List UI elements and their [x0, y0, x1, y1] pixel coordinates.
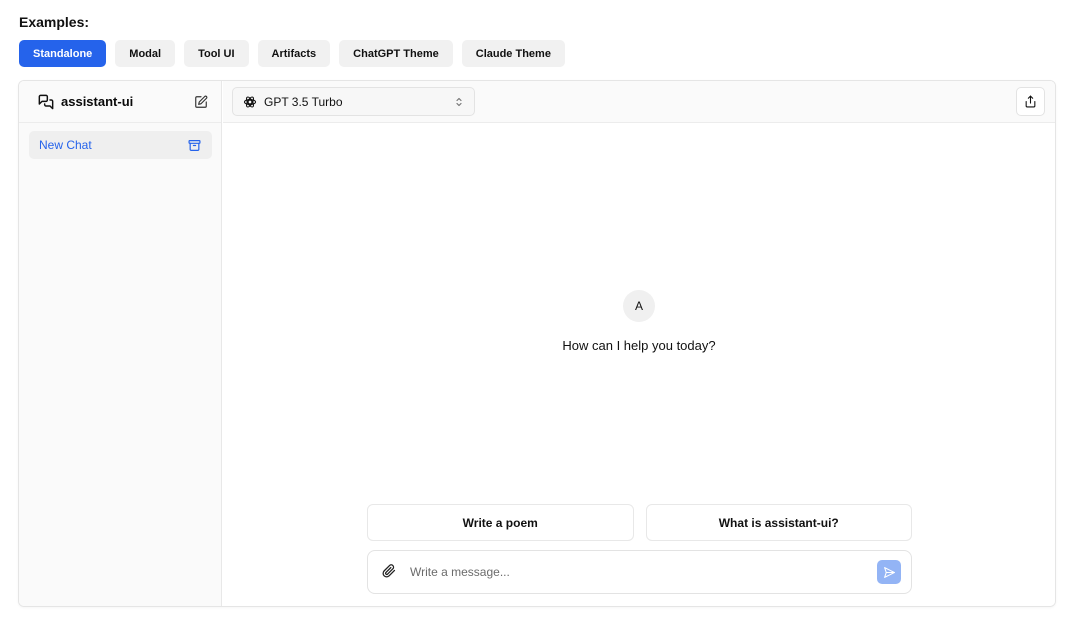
chevron-up-down-icon	[454, 96, 464, 108]
new-thread-button[interactable]	[191, 92, 211, 112]
openai-icon	[243, 95, 257, 109]
model-label: GPT 3.5 Turbo	[264, 94, 343, 109]
messages-icon	[38, 94, 54, 110]
suggestions: Write a poem What is assistant-ui?	[367, 504, 912, 541]
tab-artifacts[interactable]: Artifacts	[257, 40, 331, 67]
composer	[367, 550, 912, 594]
tab-tool-ui[interactable]: Tool UI	[184, 40, 249, 67]
model-select[interactable]: GPT 3.5 Turbo	[232, 87, 475, 116]
suggestion-write-poem[interactable]: Write a poem	[367, 504, 634, 541]
main-header: GPT 3.5 Turbo	[223, 81, 1055, 123]
brand-name: assistant-ui	[61, 94, 134, 109]
paperclip-icon	[382, 564, 396, 578]
assistant-avatar: A	[623, 290, 655, 322]
thread-item-new-chat[interactable]: New Chat	[29, 131, 212, 159]
tab-standalone[interactable]: Standalone	[19, 40, 107, 67]
archive-icon	[187, 139, 201, 151]
attach-button[interactable]	[382, 564, 398, 580]
send-button[interactable]	[877, 560, 901, 584]
send-icon	[883, 566, 895, 578]
sidebar: assistant-ui New Chat	[19, 81, 222, 606]
share-icon	[1025, 95, 1036, 108]
edit-icon	[195, 95, 208, 108]
thread-label: New Chat	[39, 138, 92, 152]
examples-title: Examples:	[19, 14, 90, 30]
tab-modal[interactable]: Modal	[115, 40, 176, 67]
tab-chatgpt-theme[interactable]: ChatGPT Theme	[339, 40, 453, 67]
welcome-message: How can I help you today?	[562, 338, 716, 353]
tab-claude-theme[interactable]: Claude Theme	[461, 40, 565, 67]
message-input[interactable]	[410, 565, 877, 579]
share-button[interactable]	[1016, 87, 1045, 116]
chat-window: assistant-ui New Chat GPT 3.5 Turbo A Ho…	[18, 80, 1056, 607]
chat-main: GPT 3.5 Turbo A How can I help you today…	[223, 81, 1055, 606]
sidebar-header: assistant-ui	[19, 81, 221, 123]
archive-button[interactable]	[186, 137, 202, 153]
example-tabs: Standalone Modal Tool UI Artifacts ChatG…	[19, 40, 565, 67]
suggestion-what-is-assistant-ui[interactable]: What is assistant-ui?	[645, 504, 912, 541]
